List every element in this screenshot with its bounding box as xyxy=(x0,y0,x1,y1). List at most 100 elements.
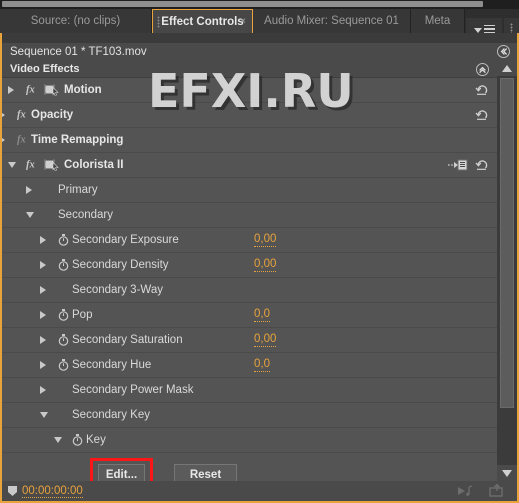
reset-button-label: Reset xyxy=(189,469,222,481)
twirl-down-icon[interactable] xyxy=(54,437,62,443)
twirl-down-icon[interactable] xyxy=(26,212,34,218)
effect-row-label: Time Remapping xyxy=(31,134,124,146)
edit-button[interactable]: Edit... xyxy=(98,464,145,481)
stopwatch-icon[interactable] xyxy=(58,359,69,371)
tab-metadata-label: Meta xyxy=(424,15,451,27)
tab-source[interactable]: Source: (no clips) xyxy=(0,9,152,33)
twirl-down-icon[interactable] xyxy=(40,412,48,418)
effect-row[interactable]: Secondary Density 0,00 xyxy=(2,253,497,278)
stopwatch-icon[interactable] xyxy=(58,334,69,346)
tab-source-label: Source: (no clips) xyxy=(30,15,121,27)
effect-row-label: Secondary Density xyxy=(72,259,169,271)
twirl-right-icon[interactable] xyxy=(40,361,46,369)
effect-controls-window: Source: (no clips) Effect Controls × Aud… xyxy=(0,0,519,503)
transform-icon[interactable] xyxy=(44,84,59,96)
effect-row-label: Secondary Power Mask xyxy=(72,384,194,396)
export-frame-icon[interactable] xyxy=(489,483,505,500)
effect-row-label: Opacity xyxy=(31,109,74,121)
reset-parameter-icon[interactable] xyxy=(475,84,488,97)
tab-metadata[interactable]: Meta xyxy=(411,9,465,33)
effect-options-icon[interactable] xyxy=(448,159,468,171)
effect-row-label: Pop xyxy=(72,309,93,321)
fx-icon: fx xyxy=(26,159,35,171)
twirl-right-icon[interactable] xyxy=(40,311,46,319)
effect-row[interactable]: Key xyxy=(2,428,497,453)
twirl-right-icon[interactable] xyxy=(40,336,46,344)
playhead-marker-icon[interactable] xyxy=(7,485,18,497)
effect-row[interactable]: fx Time Remapping xyxy=(2,128,497,153)
fx-icon: fx xyxy=(17,109,26,121)
effect-row-value[interactable]: 0,00 xyxy=(254,333,277,347)
tab-effect-controls[interactable]: Effect Controls × xyxy=(152,9,253,33)
horizontal-scrollbar-thumb[interactable] xyxy=(2,1,483,7)
effect-row-label: Secondary Key xyxy=(72,409,150,421)
twirl-right-icon[interactable] xyxy=(8,86,14,94)
effect-row-label: Secondary Saturation xyxy=(72,334,183,346)
effect-row[interactable]: Secondary Exposure 0,00 xyxy=(2,228,497,253)
effect-row-value[interactable]: 0,0 xyxy=(254,358,270,372)
twirl-down-icon[interactable] xyxy=(8,162,16,168)
effect-row-value[interactable]: 0,0 xyxy=(254,308,270,322)
fx-icon: fx xyxy=(26,84,35,96)
stopwatch-icon[interactable] xyxy=(58,259,69,271)
effects-list: Video Effects fx Motion fx Opacity fx Time Re… xyxy=(2,60,497,481)
stopwatch-icon[interactable] xyxy=(58,309,69,321)
stopwatch-icon[interactable] xyxy=(72,434,83,446)
sequence-toolbar xyxy=(2,33,517,43)
effect-row-label: Key xyxy=(86,434,106,446)
effect-row[interactable]: Primary xyxy=(2,178,497,203)
effect-row[interactable]: Secondary Key xyxy=(2,403,497,428)
twirl-right-icon[interactable] xyxy=(40,261,46,269)
transform-icon[interactable] xyxy=(44,159,59,171)
sequence-clip-header: Sequence 01 * TF103.mov xyxy=(2,43,517,60)
effect-row[interactable]: fx Motion xyxy=(2,78,497,103)
scroll-down-icon[interactable] xyxy=(497,465,517,481)
stopwatch-icon[interactable] xyxy=(58,234,69,246)
horizontal-scrollbar[interactable] xyxy=(0,0,519,9)
tab-bar: Source: (no clips) Effect Controls × Aud… xyxy=(0,9,519,42)
bottom-bar: 00:00:00:00 xyxy=(2,481,517,501)
sequence-clip-title: Sequence 01 * TF103.mov xyxy=(10,45,147,58)
twirl-right-icon[interactable] xyxy=(40,386,46,394)
play-audio-icon[interactable] xyxy=(457,484,475,500)
effect-row[interactable]: Secondary Saturation 0,00 xyxy=(2,328,497,353)
effect-row-label: Secondary Exposure xyxy=(72,234,179,246)
close-icon[interactable]: × xyxy=(240,16,246,27)
effect-row[interactable]: Secondary 3-Way xyxy=(2,278,497,303)
collapse-all-icon[interactable] xyxy=(476,63,489,76)
vertical-scrollbar-thumb[interactable] xyxy=(500,78,514,408)
effect-row-label: Secondary Hue xyxy=(72,359,152,371)
effect-row[interactable]: Secondary xyxy=(2,203,497,228)
effect-row[interactable]: fx Opacity xyxy=(2,103,497,128)
fx-icon: fx xyxy=(17,134,26,146)
reset-button[interactable]: Reset xyxy=(174,464,237,481)
reset-parameter-icon[interactable] xyxy=(475,109,488,122)
effect-row-value[interactable]: 0,00 xyxy=(254,233,277,247)
effect-row[interactable]: Pop 0,0 xyxy=(2,303,497,328)
effect-row[interactable]: Secondary Hue 0,0 xyxy=(2,353,497,378)
effect-row-label: Motion xyxy=(64,84,102,96)
twirl-right-icon[interactable] xyxy=(2,111,5,119)
reset-parameter-icon[interactable] xyxy=(475,159,488,172)
tab-effect-controls-label: Effect Controls xyxy=(161,15,244,28)
twirl-right-icon[interactable] xyxy=(40,236,46,244)
video-effects-header: Video Effects xyxy=(2,60,497,78)
key-buttons-row: Edit... Reset xyxy=(2,453,497,481)
timecode-field[interactable]: 00:00:00:00 xyxy=(22,485,83,498)
twirl-right-icon[interactable] xyxy=(2,136,5,144)
effect-row-label: Secondary 3-Way xyxy=(72,284,163,296)
effect-row-value[interactable]: 0,00 xyxy=(254,258,277,272)
twirl-right-icon[interactable] xyxy=(26,186,32,194)
vertical-scrollbar[interactable] xyxy=(497,60,517,481)
effect-row-label: Primary xyxy=(58,184,98,196)
tab-grip-icon xyxy=(157,16,160,28)
edit-button-label: Edit... xyxy=(105,469,138,481)
effect-row[interactable]: Secondary Power Mask xyxy=(2,378,497,403)
scroll-up-icon[interactable] xyxy=(497,60,517,76)
effect-row[interactable]: fx Colorista II xyxy=(2,153,497,178)
collapse-left-icon[interactable] xyxy=(497,45,510,58)
effect-row-label: Secondary xyxy=(58,209,113,221)
tab-audio-mixer[interactable]: Audio Mixer: Sequence 01 xyxy=(253,9,411,33)
twirl-right-icon[interactable] xyxy=(40,286,46,294)
chevron-down-icon xyxy=(473,27,482,33)
